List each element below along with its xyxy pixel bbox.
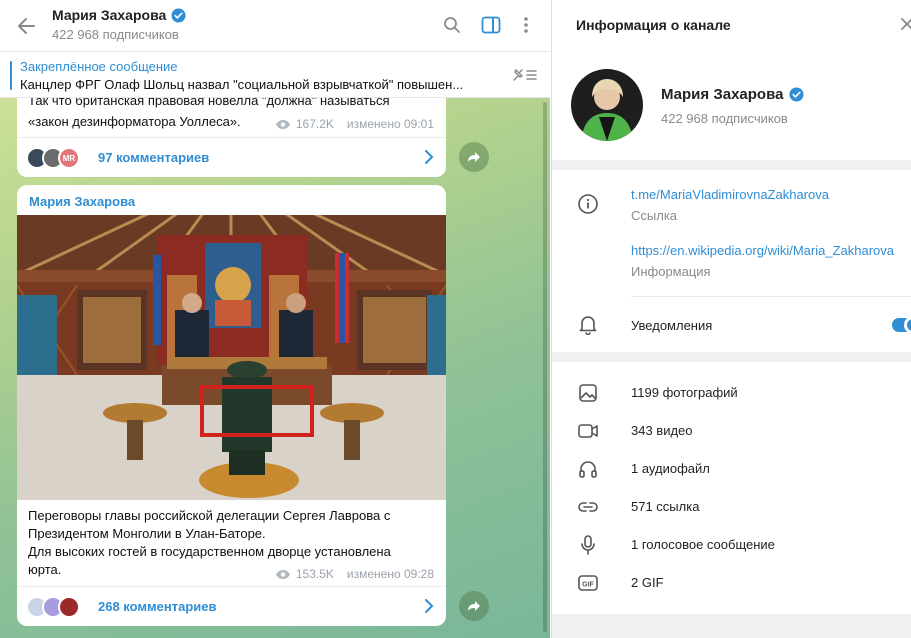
message-text-line: Переговоры главы российской делегации Се… xyxy=(28,508,391,523)
share-button[interactable] xyxy=(459,142,489,172)
divider xyxy=(631,296,911,297)
comments-label: 97 комментариев xyxy=(98,150,210,165)
channel-link[interactable]: t.me/MariaVladimirovnaZakharova xyxy=(631,187,829,202)
media-row-gif[interactable]: GIF 2 GIF xyxy=(552,564,911,602)
description-label: Информация xyxy=(631,264,711,279)
back-arrow-icon[interactable] xyxy=(14,13,40,39)
media-label: 1 голосовое сообщение xyxy=(631,537,775,552)
bell-icon xyxy=(579,316,597,335)
comments-bar[interactable]: MR 97 комментариев xyxy=(17,137,446,177)
message-meta: 167.2K изменено 09:01 xyxy=(275,117,434,131)
comments-label: 268 комментариев xyxy=(98,599,217,614)
profile-card: Мария Захарова 422 968 подписчиков xyxy=(552,52,911,160)
avatar xyxy=(58,596,80,618)
share-arrow-icon xyxy=(468,152,480,162)
chat-header: Мария Захарова 422 968 подписчиков xyxy=(0,0,550,52)
commenter-avatars xyxy=(26,596,80,618)
search-icon[interactable] xyxy=(441,14,463,36)
media-row-links[interactable]: 571 ссылка xyxy=(552,488,911,526)
media-row-videos[interactable]: 343 видео xyxy=(552,412,911,450)
photo-icon xyxy=(579,384,597,402)
media-label: 571 ссылка xyxy=(631,499,700,514)
comments-bar[interactable]: 268 комментариев xyxy=(17,586,446,626)
gif-icon: GIF xyxy=(578,575,598,591)
chat-subscribers: 422 968 подписчиков xyxy=(52,27,179,42)
channel-name-text: Мария Захарова xyxy=(661,86,784,103)
channel-name: Мария Захарова xyxy=(661,86,804,103)
close-icon[interactable] xyxy=(900,15,911,33)
chat-title-block[interactable]: Мария Захарова 422 968 подписчиков xyxy=(52,7,186,42)
views-eye-icon xyxy=(275,569,290,579)
message-bubble: Мария Захарова Переговоры главы российск… xyxy=(17,185,446,626)
notifications-toggle[interactable] xyxy=(892,316,911,334)
channel-subscribers: 422 968 подписчиков xyxy=(661,111,788,126)
chat-title: Мария Захарова xyxy=(52,7,186,23)
sidebar-toggle-icon[interactable] xyxy=(480,14,502,36)
chevron-right-icon xyxy=(425,599,434,613)
video-icon xyxy=(578,424,598,438)
channel-info-panel: Информация о канале Мария Захарова 422 9… xyxy=(551,0,911,638)
channel-avatar[interactable] xyxy=(571,69,643,141)
edited-time: изменено 09:28 xyxy=(346,567,434,581)
pinned-indicator xyxy=(10,61,12,90)
channel-details-card: t.me/MariaVladimirovnaZakharova Ссылка h… xyxy=(552,170,911,352)
chevron-right-icon xyxy=(425,150,434,164)
message-text-line: Для высоких гостей в государственном дво… xyxy=(28,544,391,559)
pinned-message-bar[interactable]: Закреплённое сообщение Канцлер ФРГ Олаф … xyxy=(0,52,550,98)
verified-badge-icon xyxy=(171,7,186,23)
microphone-icon xyxy=(581,535,595,555)
notifications-label: Уведомления xyxy=(631,318,713,333)
media-label: 1 аудиофайл xyxy=(631,461,710,476)
channel-link-label: Ссылка xyxy=(631,208,678,223)
pinned-title: Закреплённое сообщение xyxy=(20,59,178,74)
share-arrow-icon xyxy=(468,601,480,611)
edited-time: изменено 09:01 xyxy=(346,117,434,131)
commenter-avatars: MR xyxy=(26,147,80,169)
media-label: 2 GIF xyxy=(631,575,664,590)
share-button[interactable] xyxy=(459,591,489,621)
message-text-line: Президентом Монголии в Улан-Баторе. xyxy=(28,526,266,541)
info-icon xyxy=(578,194,598,214)
shared-media-card: 1199 фотографий 343 видео 1 аудиофайл 57… xyxy=(552,362,911,614)
media-label: 1199 фотографий xyxy=(631,385,738,400)
media-label: 343 видео xyxy=(631,423,693,438)
media-row-photos[interactable]: 1199 фотографий xyxy=(552,374,911,412)
message-meta: 153.5K изменено 09:28 xyxy=(275,567,434,581)
message-text-line: «закон дезинформатора Уоллеса». xyxy=(28,114,241,129)
message-text-line: юрта. xyxy=(28,562,62,577)
headphones-icon xyxy=(579,461,597,478)
views-count: 167.2K xyxy=(295,117,334,131)
verified-badge-icon xyxy=(789,87,804,102)
info-header: Информация о канале xyxy=(552,0,911,52)
message-photo[interactable] xyxy=(17,215,446,500)
info-title: Информация о канале xyxy=(576,17,731,33)
media-row-audio[interactable]: 1 аудиофайл xyxy=(552,450,911,488)
pinned-list-icon[interactable] xyxy=(510,66,538,84)
pinned-text: Канцлер ФРГ Олаф Шольц назвал "социально… xyxy=(20,77,464,92)
views-eye-icon xyxy=(275,119,290,129)
svg-text:GIF: GIF xyxy=(582,582,594,589)
chat-scrollbar[interactable] xyxy=(543,102,547,632)
chat-name: Мария Захарова xyxy=(52,7,167,23)
media-row-voice[interactable]: 1 голосовое сообщение xyxy=(552,526,911,564)
message-author[interactable]: Мария Захарова xyxy=(29,194,135,209)
views-count: 153.5K xyxy=(295,567,334,581)
chat-panel: Мария Захарова 422 968 подписчиков Закре… xyxy=(0,0,550,638)
wikipedia-link[interactable]: https://en.wikipedia.org/wiki/Maria_Zakh… xyxy=(631,243,894,258)
link-icon xyxy=(578,502,598,512)
more-menu-icon[interactable] xyxy=(515,14,537,36)
avatar: MR xyxy=(58,147,80,169)
